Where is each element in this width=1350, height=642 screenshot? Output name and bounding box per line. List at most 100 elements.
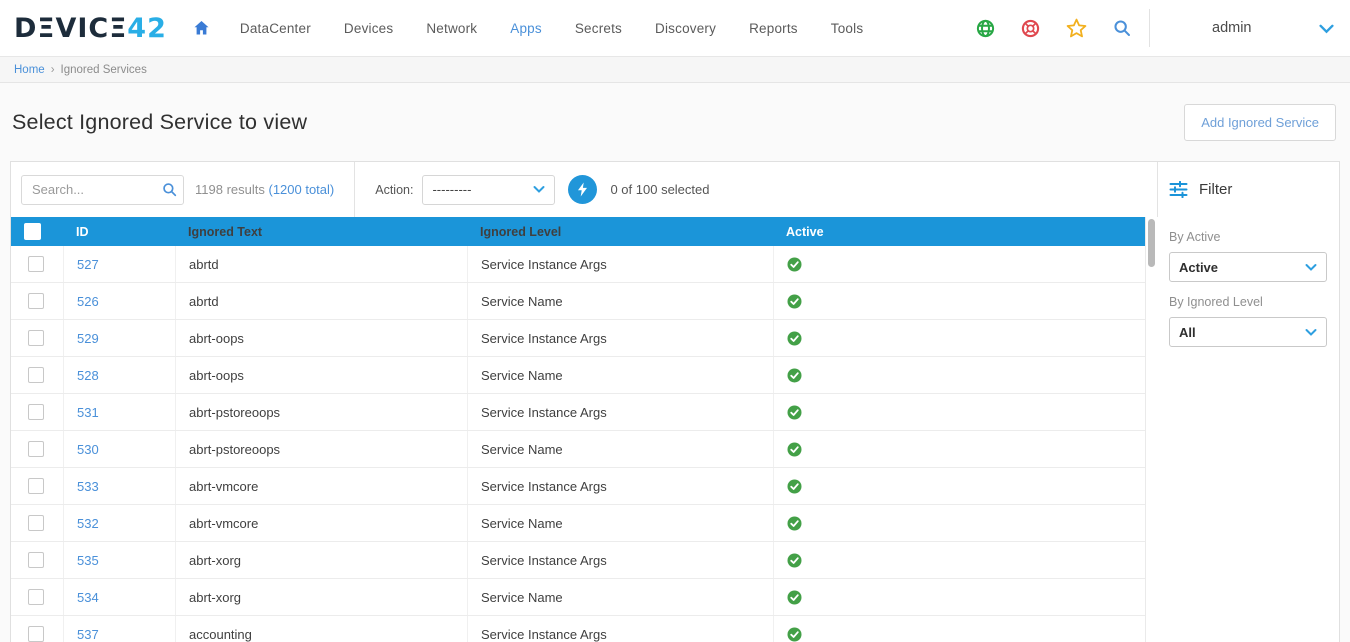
row-checkbox[interactable]	[28, 478, 44, 494]
breadcrumb-home-link[interactable]: Home	[14, 64, 45, 76]
row-ignored-text: abrt-pstoreoops	[175, 394, 467, 430]
user-menu[interactable]: admin	[1156, 20, 1336, 36]
nav-item-reports[interactable]: Reports	[749, 21, 798, 36]
globe-icon[interactable]	[976, 19, 995, 38]
scrollbar-track[interactable]	[1145, 217, 1157, 642]
lightning-bolt-icon	[578, 182, 588, 197]
row-id-link[interactable]: 537	[77, 627, 99, 642]
filter-label-by-ignored-level: By Ignored Level	[1169, 295, 1263, 309]
results-text: 1198 results	[195, 182, 265, 197]
breadcrumb-current: Ignored Services	[60, 63, 147, 76]
select-all-checkbox[interactable]	[24, 223, 41, 240]
active-check-icon	[787, 516, 802, 531]
row-id-link[interactable]: 535	[77, 553, 99, 568]
filter-by-active-select[interactable]: Active	[1169, 252, 1327, 282]
table-row: 531 abrt-pstoreoops Service Instance Arg…	[11, 394, 1145, 431]
nav-item-devices[interactable]: Devices	[344, 21, 393, 36]
row-id-link[interactable]: 533	[77, 479, 99, 494]
filter-sidebar: Filter By Active Active By Ignored Level…	[1157, 162, 1339, 642]
nav-item-network[interactable]: Network	[426, 21, 477, 36]
content-panel: 1198 results (1200 total) Action: ------…	[10, 161, 1340, 642]
row-id-link[interactable]: 526	[77, 294, 99, 309]
search-box	[21, 174, 184, 205]
table-row: 533 abrt-vmcore Service Instance Args	[11, 468, 1145, 505]
row-ignored-level: Service Name	[467, 283, 773, 319]
home-icon[interactable]	[193, 20, 210, 36]
row-id-link[interactable]: 532	[77, 516, 99, 531]
row-checkbox[interactable]	[28, 330, 44, 346]
row-checkbox[interactable]	[28, 293, 44, 309]
list-area: 1198 results (1200 total) Action: ------…	[11, 162, 1145, 642]
row-id-link[interactable]: 534	[77, 590, 99, 605]
chevron-down-icon	[1305, 263, 1317, 271]
help-ring-icon[interactable]	[1021, 19, 1040, 38]
list-toolbar: 1198 results (1200 total) Action: ------…	[11, 162, 1145, 217]
main-menu: DataCenter Devices Network Apps Secrets …	[240, 21, 863, 36]
search-icon[interactable]	[1113, 19, 1131, 37]
favorites-star-icon[interactable]	[1066, 18, 1087, 38]
row-ignored-level: Service Instance Args	[467, 394, 773, 430]
scrollbar-thumb[interactable]	[1148, 219, 1155, 267]
search-input[interactable]	[21, 174, 184, 205]
row-checkbox[interactable]	[28, 626, 44, 642]
row-ignored-text: abrt-oops	[175, 357, 467, 393]
active-check-icon	[787, 627, 802, 642]
total-count-link[interactable]: (1200 total)	[268, 182, 334, 197]
row-ignored-text: abrt-xorg	[175, 542, 467, 578]
table-row: 535 abrt-xorg Service Instance Args	[11, 542, 1145, 579]
row-ignored-level: Service Instance Args	[467, 246, 773, 282]
row-id-link[interactable]: 527	[77, 257, 99, 272]
filter-header: Filter	[1169, 162, 1327, 217]
table-header: ID Ignored Text Ignored Level Active	[11, 217, 1145, 246]
add-ignored-service-button[interactable]: Add Ignored Service	[1184, 104, 1336, 141]
row-id-link[interactable]: 529	[77, 331, 99, 346]
action-select[interactable]: ---------	[422, 174, 556, 205]
device42-logo[interactable]: DΞVICΞ42	[14, 13, 167, 44]
row-checkbox[interactable]	[28, 589, 44, 605]
row-checkbox[interactable]	[28, 404, 44, 420]
active-check-icon	[787, 590, 802, 605]
row-checkbox[interactable]	[28, 515, 44, 531]
filter-title: Filter	[1199, 181, 1233, 198]
search-icon[interactable]	[162, 182, 177, 202]
row-id-link[interactable]: 531	[77, 405, 99, 420]
nav-item-datacenter[interactable]: DataCenter	[240, 21, 311, 36]
row-ignored-level: Service Name	[467, 357, 773, 393]
column-header-active[interactable]: Active	[773, 217, 1145, 246]
nav-item-discovery[interactable]: Discovery	[655, 21, 716, 36]
table-row: 530 abrt-pstoreoops Service Name	[11, 431, 1145, 468]
row-checkbox[interactable]	[28, 256, 44, 272]
column-header-ignored-level[interactable]: Ignored Level	[467, 217, 773, 246]
apply-action-button[interactable]	[568, 175, 598, 204]
nav-item-secrets[interactable]: Secrets	[575, 21, 622, 36]
breadcrumb-separator: ›	[50, 63, 55, 76]
column-header-ignored-text[interactable]: Ignored Text	[175, 217, 467, 246]
row-id-link[interactable]: 528	[77, 368, 99, 383]
chevron-down-icon	[1319, 24, 1334, 33]
nav-item-tools[interactable]: Tools	[831, 21, 864, 36]
table-row: 526 abrtd Service Name	[11, 283, 1145, 320]
row-ignored-text: accounting	[175, 616, 467, 642]
row-ignored-level: Service Name	[467, 579, 773, 615]
filter-sliders-icon	[1169, 181, 1188, 198]
active-check-icon	[787, 405, 802, 420]
selection-count: 0 of 100 selected	[610, 182, 710, 197]
chevron-down-icon	[533, 186, 545, 193]
row-ignored-text: abrt-vmcore	[175, 468, 467, 504]
toolbar-divider	[354, 162, 356, 217]
row-checkbox[interactable]	[28, 367, 44, 383]
row-ignored-level: Service Name	[467, 431, 773, 467]
row-id-link[interactable]: 530	[77, 442, 99, 457]
row-ignored-text: abrt-pstoreoops	[175, 431, 467, 467]
row-checkbox[interactable]	[28, 441, 44, 457]
table-body: 527 abrtd Service Instance Args 526 abrt…	[11, 246, 1145, 642]
active-check-icon	[787, 442, 802, 457]
filter-by-ignored-level-select[interactable]: All	[1169, 317, 1327, 347]
nav-item-apps[interactable]: Apps	[510, 21, 542, 36]
column-header-id[interactable]: ID	[63, 217, 175, 246]
filter-by-ignored-level-value: All	[1179, 324, 1196, 340]
filter-label-by-active: By Active	[1169, 230, 1221, 244]
action-select-value: ---------	[432, 182, 472, 197]
row-checkbox[interactable]	[28, 552, 44, 568]
active-check-icon	[787, 553, 802, 568]
